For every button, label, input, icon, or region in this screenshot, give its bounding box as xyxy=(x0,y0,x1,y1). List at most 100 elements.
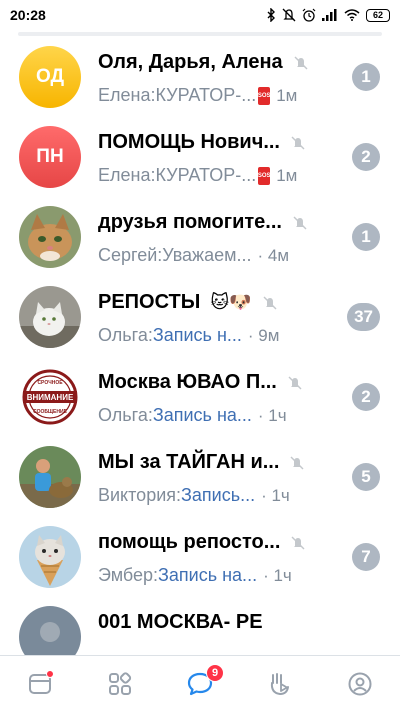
avatar[interactable] xyxy=(19,206,81,268)
chat-title: Москва ЮВАО П... xyxy=(98,371,277,393)
message-preview: КУРАТОР-... xyxy=(155,85,257,105)
chat-title-line: Оля, Дарья, Алена xyxy=(98,51,309,74)
chat-preview-line: Ольга: Запись н... · 9м xyxy=(98,325,279,346)
chat-title-line: 001 МОСКВА- РЕ xyxy=(98,611,263,634)
chat-preview-line: Сергей: Уважаем... · 4м xyxy=(98,245,289,266)
status-bar: 20:28 62 xyxy=(0,0,400,30)
alarm-icon xyxy=(302,8,316,22)
cat-dog-emoji-icon: 🐱🐶 xyxy=(210,292,252,312)
message-time: · 9м xyxy=(247,325,280,345)
avatar[interactable]: ПН xyxy=(19,126,81,188)
message-sender: Сергей: xyxy=(98,245,163,265)
chat-title-line: МЫ за ТАЙГАН и... xyxy=(98,451,305,474)
avatar-initials: ПН xyxy=(36,146,64,167)
message-time: · 1ч xyxy=(257,405,287,425)
message-preview: Запись... xyxy=(181,485,256,505)
clips-icon xyxy=(270,672,289,695)
chat-row[interactable]: ОД Оля, Дарья, Алена Елена: КУРАТОР-... … xyxy=(0,38,400,118)
tab-profile[interactable] xyxy=(340,664,380,704)
battery-icon: 62 xyxy=(366,8,390,22)
chat-preview-line: Елена: КУРАТОР-... SOS 1м xyxy=(98,165,297,186)
muted-icon xyxy=(291,536,305,549)
message-sender: Ольга: xyxy=(98,325,153,345)
unread-badge: 2 xyxy=(352,383,380,411)
svg-text:СРОЧНОЕ: СРОЧНОЕ xyxy=(37,380,63,386)
chat-row[interactable]: РЕПОСТЫ 🐱🐶 Ольга: Запись н... · 9м 37 xyxy=(0,278,400,358)
sos-emoji-icon: SOS xyxy=(258,86,271,105)
profile-icon xyxy=(348,672,372,695)
message-sender: Елена: xyxy=(98,165,156,185)
svg-text:СООБЩЕНИЕ: СООБЩЕНИЕ xyxy=(33,409,67,415)
unread-badge: 1 xyxy=(352,63,380,91)
tab-messages[interactable]: 9 xyxy=(180,663,224,704)
news-notification-dot xyxy=(46,669,54,678)
chat-title-line: Москва ЮВАО П... xyxy=(98,371,303,394)
chat-title: 001 МОСКВА- РЕ xyxy=(98,611,263,633)
muted-icon xyxy=(263,296,277,309)
wifi-icon xyxy=(344,9,360,21)
avatar[interactable] xyxy=(19,526,81,588)
unread-badge: 37 xyxy=(347,303,380,331)
services-icon xyxy=(109,671,132,695)
chat-title-line: друзья помогите... xyxy=(98,211,308,234)
messages-badge: 9 xyxy=(206,663,224,682)
chat-title: РЕПОСТЫ xyxy=(98,291,201,313)
list-top-edge xyxy=(18,32,382,36)
message-preview: Уважаем... xyxy=(162,245,252,265)
message-sender: Эмбер: xyxy=(98,565,159,585)
urgent-seal-icon: ВНИМАНИЕ СРОЧНОЕ СООБЩЕНИЕ xyxy=(19,366,81,428)
muted-icon xyxy=(291,136,305,149)
white-cat-photo-icon xyxy=(19,286,81,348)
status-time: 20:28 xyxy=(10,7,46,23)
message-preview: КУРАТОР-... xyxy=(155,165,257,185)
muted-icon xyxy=(294,56,308,69)
avatar[interactable] xyxy=(19,286,81,348)
signal-icon xyxy=(322,9,337,21)
chat-row[interactable]: друзья помогите... Сергей: Уважаем... · … xyxy=(0,198,400,278)
chat-preview-line: Ольга: Запись на... · 1ч xyxy=(98,405,287,426)
bottom-tab-bar: 9 xyxy=(0,655,400,711)
message-time: · 4м xyxy=(257,245,290,265)
chat-row[interactable]: ПН ПОМОЩЬ Нович... Елена: КУРАТОР-... SO… xyxy=(0,118,400,198)
avatar[interactable] xyxy=(19,446,81,508)
cat-photo-icon xyxy=(19,206,81,268)
chat-title: друзья помогите... xyxy=(98,211,282,233)
chat-row[interactable]: МЫ за ТАЙГАН и... Виктория: Запись... · … xyxy=(0,438,400,518)
tab-services[interactable] xyxy=(100,664,140,704)
chat-title-line: ПОМОЩЬ Нович... xyxy=(98,131,306,154)
unread-badge: 2 xyxy=(352,143,380,171)
tab-clips[interactable] xyxy=(260,664,300,704)
message-time: 1м xyxy=(276,85,298,105)
message-time: · 1ч xyxy=(263,565,292,585)
chat-list[interactable]: ОД Оля, Дарья, Алена Елена: КУРАТОР-... … xyxy=(0,38,400,678)
chat-row[interactable]: помощь репосто... Эмбер: Запись на... · … xyxy=(0,518,400,598)
message-sender: Виктория: xyxy=(98,485,182,505)
chat-preview-line: Виктория: Запись... · 1ч xyxy=(98,485,290,506)
battery-level: 62 xyxy=(372,10,383,20)
unread-badge: 1 xyxy=(352,223,380,251)
message-time: 1м xyxy=(276,165,298,185)
message-preview: Запись н... xyxy=(152,325,242,345)
message-preview: Запись на... xyxy=(152,405,252,425)
message-time: · 1ч xyxy=(261,485,290,505)
cat-icecream-photo-icon xyxy=(19,526,81,588)
muted-icon xyxy=(293,216,307,229)
unread-badge: 7 xyxy=(352,543,380,571)
chat-row[interactable]: ВНИМАНИЕ СРОЧНОЕ СООБЩЕНИЕ Москва ЮВАО П… xyxy=(0,358,400,438)
bluetooth-icon xyxy=(267,8,275,22)
muted-icon xyxy=(288,376,302,389)
unread-badge: 5 xyxy=(352,463,380,491)
chat-title-line: помощь репосто... xyxy=(98,531,306,554)
tab-news[interactable] xyxy=(20,664,60,704)
chat-title: ПОМОЩЬ Нович... xyxy=(98,131,280,153)
status-icons: 62 xyxy=(266,8,390,22)
man-with-dog-photo-icon xyxy=(19,446,81,508)
avatar[interactable]: ОД xyxy=(19,46,81,108)
chat-preview-line: Елена: КУРАТОР-... SOS 1м xyxy=(98,85,297,106)
avatar[interactable]: ВНИМАНИЕ СРОЧНОЕ СООБЩЕНИЕ xyxy=(19,366,81,428)
message-sender: Елена: xyxy=(98,85,156,105)
chat-title: помощь репосто... xyxy=(98,531,281,553)
avatar-initials: ОД xyxy=(35,66,65,87)
message-preview: Запись на... xyxy=(158,565,258,585)
chat-title-line: РЕПОСТЫ 🐱🐶 xyxy=(98,291,278,314)
